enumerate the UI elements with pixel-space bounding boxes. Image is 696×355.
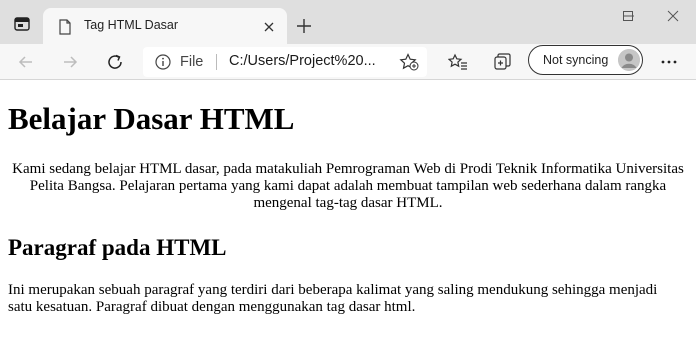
address-bar[interactable]: File C:/Users/Project%20... xyxy=(143,47,427,77)
tab-title: Tag HTML Dasar xyxy=(84,18,179,32)
plus-icon[interactable] xyxy=(293,15,315,37)
user-avatar-icon xyxy=(618,49,640,71)
info-icon[interactable] xyxy=(155,54,171,70)
site-label: File xyxy=(180,54,204,70)
star-plus-icon[interactable] xyxy=(399,53,419,71)
arrow-right-icon[interactable] xyxy=(56,48,84,76)
title-bar: Tag HTML Dasar xyxy=(0,0,696,44)
maximize-icon[interactable] xyxy=(605,0,651,32)
collections-icon[interactable] xyxy=(489,48,517,76)
page-content: Belajar Dasar HTML Kami sedang belajar H… xyxy=(0,81,696,355)
address-separator xyxy=(216,54,217,70)
body-paragraph: Ini merupakan sebuah paragraf yang terdi… xyxy=(8,282,658,315)
sync-status-label: Not syncing xyxy=(543,53,609,67)
section-heading: Paragraf pada HTML xyxy=(8,235,227,260)
close-icon[interactable] xyxy=(260,18,278,36)
close-icon[interactable] xyxy=(650,0,696,32)
browser-toolbar: File C:/Users/Project%20... Not syncing xyxy=(0,44,696,80)
window-menu-icon[interactable] xyxy=(14,17,30,31)
arrow-left-icon[interactable] xyxy=(12,48,40,76)
page-title: Belajar Dasar HTML xyxy=(8,101,295,136)
file-page-icon xyxy=(58,19,72,35)
profile-sync-button[interactable]: Not syncing xyxy=(528,45,643,75)
tab-active[interactable]: Tag HTML Dasar xyxy=(43,8,287,44)
refresh-icon[interactable] xyxy=(101,48,129,76)
ellipsis-icon[interactable] xyxy=(655,48,683,76)
url-text[interactable]: C:/Users/Project%20... xyxy=(229,53,389,69)
intro-paragraph: Kami sedang belajar HTML dasar, pada mat… xyxy=(12,161,684,211)
star-list-icon[interactable] xyxy=(444,48,472,76)
